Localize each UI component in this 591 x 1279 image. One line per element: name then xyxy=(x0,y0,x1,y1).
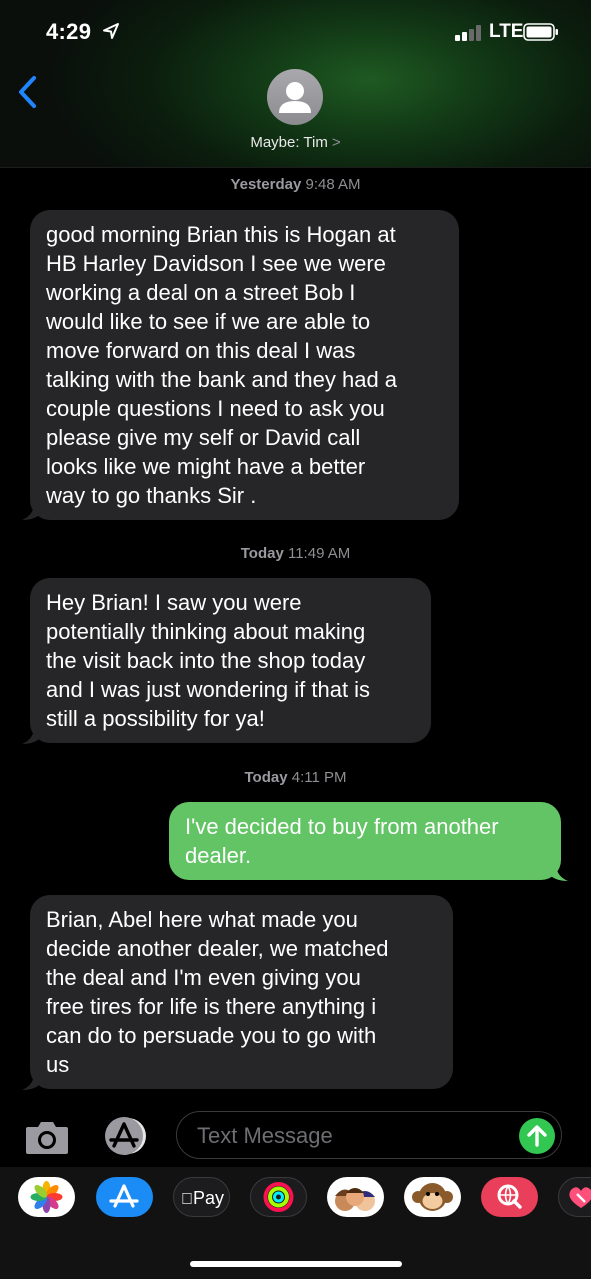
message-timestamp: Today 11:49 AM xyxy=(240,545,351,562)
message-line: good morning Brian this is Hogan at xyxy=(46,222,396,247)
message-line: talking with the bank and they had a xyxy=(46,367,398,392)
message-line: the visit back into the shop today xyxy=(46,648,366,673)
bubble-tail xyxy=(22,730,42,744)
person-silhouette-icon xyxy=(279,82,311,113)
message-line: the deal and I'm even giving you xyxy=(46,965,361,990)
animoji-monkey-icon[interactable] xyxy=(404,1177,461,1217)
message-line: potentially thinking about making xyxy=(46,619,366,644)
apple-logo-icon:  xyxy=(181,1191,193,1208)
message-line: I've decided to buy from another xyxy=(185,814,499,839)
digital-touch-icon[interactable] xyxy=(558,1177,591,1217)
home-indicator[interactable] xyxy=(190,1261,402,1267)
photos-app-icon[interactable] xyxy=(18,1177,75,1217)
battery-icon xyxy=(523,23,558,41)
contact-name: Maybe: Tim xyxy=(250,134,328,151)
apple-pay-icon[interactable]: Pay xyxy=(173,1177,230,1217)
arrow-up-icon xyxy=(527,1125,547,1147)
message-line: Brian, Abel here what made you xyxy=(46,907,358,932)
message-line: couple questions I need to ask you xyxy=(46,396,385,421)
message-line: can do to persuade you to go with xyxy=(46,1023,377,1048)
app-store-icon[interactable] xyxy=(96,1177,153,1217)
message-line: free tires for life is there anything i xyxy=(46,994,377,1019)
message-line: and I was just wondering if that is xyxy=(46,677,371,702)
contact-name-row[interactable]: Maybe: Tim > xyxy=(0,134,591,151)
contact-avatar[interactable] xyxy=(267,69,323,125)
message-timestamp: Yesterday 9:48 AM xyxy=(230,176,361,193)
camera-icon[interactable] xyxy=(24,1118,70,1156)
bubble-tail xyxy=(22,506,42,520)
message-line: HB Harley Davidson I see we were xyxy=(46,251,386,276)
incoming-message[interactable]: Brian, Abel here what made you decide an… xyxy=(30,895,453,1089)
contact-chevron-icon: > xyxy=(331,134,341,151)
message-line: us xyxy=(46,1052,70,1077)
conversation-header: 4:29 LTE Maybe: Tim > xyxy=(0,0,591,168)
status-time: 4:29 xyxy=(46,19,92,44)
incoming-message[interactable]: Hey Brian! I saw you were potentially th… xyxy=(30,578,431,743)
outgoing-message[interactable]: I've decided to buy from another dealer. xyxy=(169,802,561,880)
send-button[interactable] xyxy=(519,1118,555,1154)
message-line: decide another dealer, we matched xyxy=(46,936,389,961)
incoming-message[interactable]: good morning Brian this is Hogan at HB H… xyxy=(30,210,459,520)
message-timestamp: Today 4:11 PM xyxy=(244,769,347,786)
message-line: please give my self or David call xyxy=(46,425,361,450)
message-line: dealer. xyxy=(185,843,252,868)
memoji-stickers-icon[interactable] xyxy=(327,1177,384,1217)
message-line: would like to see if we are able to xyxy=(46,309,371,334)
app-store-button-icon[interactable] xyxy=(100,1116,150,1156)
message-line: working a deal on a street Bob I xyxy=(46,280,356,305)
message-input-container[interactable] xyxy=(176,1111,562,1159)
bubble-tail xyxy=(548,867,568,881)
network-type: LTE xyxy=(489,21,524,42)
message-line: looks like we might have a better xyxy=(46,454,366,479)
message-line: still a possibility for ya! xyxy=(46,706,265,731)
location-arrow-icon xyxy=(103,23,119,39)
back-chevron-icon[interactable] xyxy=(14,74,44,110)
bubble-tail xyxy=(22,1076,42,1090)
cellular-signal-icon xyxy=(455,25,481,41)
message-line: move forward on this deal I was xyxy=(46,338,356,363)
web-search-icon[interactable] xyxy=(481,1177,538,1217)
message-line: way to go thanks Sir . xyxy=(46,483,257,508)
activity-rings-icon[interactable] xyxy=(250,1177,307,1217)
message-line: Hey Brian! I saw you were xyxy=(46,590,302,615)
message-input[interactable] xyxy=(195,1120,499,1152)
